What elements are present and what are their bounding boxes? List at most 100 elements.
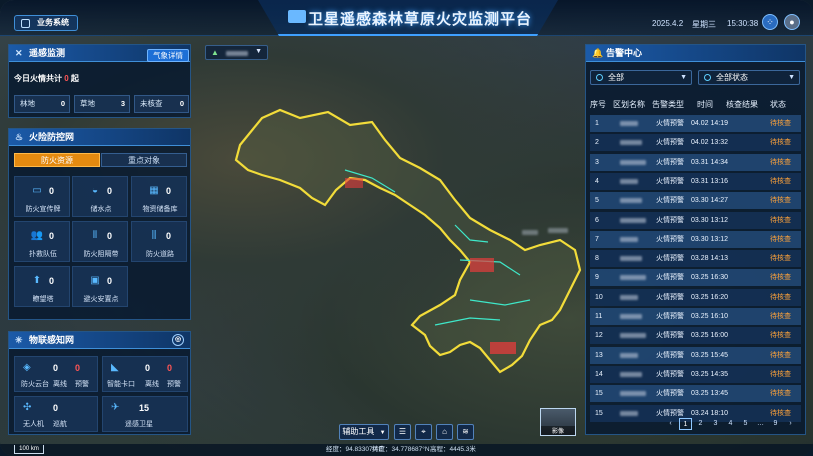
next-page-button[interactable]: › bbox=[784, 418, 797, 430]
resource-fire-road[interactable]: ⫼ 0 防火道路 bbox=[131, 221, 187, 262]
crosshair-icon: ⌖ bbox=[421, 427, 426, 436]
row-time: 03.25 16:30 bbox=[691, 274, 728, 282]
resource-label: 防火道路 bbox=[146, 251, 174, 258]
user-avatar-button[interactable]: ● bbox=[784, 14, 800, 30]
row-number: 12 bbox=[595, 332, 603, 340]
resource-shelter[interactable]: ▣ 0 避火安置点 bbox=[72, 266, 128, 307]
page-button[interactable]: 5 bbox=[739, 418, 752, 430]
resource-water-point[interactable]: ◒ 0 储水点 bbox=[72, 176, 128, 217]
measure-tool-button[interactable]: ☰ bbox=[394, 424, 411, 440]
iot-sub-label: 预警 bbox=[167, 381, 181, 388]
region-filter-select[interactable]: 全部 ▼ bbox=[590, 70, 692, 85]
weather-detail-button[interactable]: 气象详情 bbox=[147, 49, 189, 62]
table-row[interactable]: 14 火情预警 03.25 14:35 待核查 bbox=[590, 365, 801, 383]
table-row[interactable]: 4 火情预警 03.31 13:16 待核查 bbox=[590, 172, 801, 190]
row-number: 15 bbox=[595, 409, 603, 417]
network-icon: ✳ bbox=[15, 335, 23, 345]
row-type: 火情预警 bbox=[656, 332, 684, 340]
table-row[interactable]: 15 火情预警 03.25 13:45 待核查 bbox=[590, 385, 801, 403]
chevron-down-icon: ▼ bbox=[680, 74, 687, 81]
business-system-label: 业务系统 bbox=[37, 18, 69, 27]
imagery-label: 影像 bbox=[541, 426, 575, 435]
row-number: 14 bbox=[595, 370, 603, 378]
warehouse-icon: ▦ bbox=[149, 185, 159, 196]
row-time: 03.30 14:27 bbox=[691, 197, 728, 205]
summary-count: 0 bbox=[64, 74, 69, 83]
stat-unverified[interactable]: 未核查 0 bbox=[134, 95, 189, 113]
table-row[interactable]: 11 火情预警 03.25 16:10 待核查 bbox=[590, 308, 801, 325]
resource-label: 扑救队伍 bbox=[29, 251, 57, 258]
assist-tools-dropdown[interactable]: 辅助工具 ▼ bbox=[339, 424, 389, 440]
iot-label: 遥感卫星 bbox=[125, 421, 153, 428]
panel-title: 火险防控网 bbox=[29, 132, 75, 142]
table-row[interactable]: 13 火情预警 03.25 15:45 待核查 bbox=[590, 346, 801, 364]
row-region bbox=[620, 275, 646, 281]
page-title: 卫星遥感森林草原火灾监测平台 bbox=[308, 11, 533, 28]
row-type: 火情预警 bbox=[656, 390, 684, 398]
row-number: 2 bbox=[595, 139, 599, 147]
row-region bbox=[620, 410, 638, 416]
row-time: 04.02 14:19 bbox=[691, 120, 728, 127]
prev-page-button[interactable]: ‹ bbox=[664, 418, 677, 430]
resource-propaganda-board[interactable]: ▭ 0 防火宣传牌 bbox=[14, 176, 70, 217]
table-row[interactable]: 7 火情预警 03.30 13:12 待核查 bbox=[590, 230, 801, 248]
table-row[interactable]: 10 火情预警 03.25 16:20 待核查 bbox=[590, 288, 801, 306]
row-status: 待核查 bbox=[770, 255, 791, 263]
business-system-button[interactable]: 业务系统 bbox=[14, 15, 78, 31]
row-time: 03.30 13:12 bbox=[691, 216, 728, 224]
table-row[interactable]: 12 火情预警 03.25 16:00 待核查 bbox=[590, 327, 801, 345]
iot-fire-camera[interactable]: ◈ 0 0 防火云台 离线 预警 bbox=[14, 356, 98, 392]
altitude-readout: 高程：4445.3米 bbox=[430, 446, 476, 453]
settings-icon[interactable]: ◎ bbox=[172, 334, 184, 346]
panel-header: ♨ 火险防控网 bbox=[9, 129, 190, 146]
resource-count: 0 bbox=[49, 231, 55, 241]
page-button[interactable]: 3 bbox=[709, 418, 722, 430]
tab-key-objects[interactable]: 重点对象 bbox=[101, 153, 187, 167]
annotate-tool-button[interactable]: ⌂ bbox=[436, 424, 453, 440]
iot-satellite[interactable]: ✈ 15 遥感卫星 bbox=[102, 396, 188, 432]
row-status: 待核查 bbox=[770, 197, 791, 205]
chevron-down-icon: ▼ bbox=[379, 430, 386, 436]
region-select[interactable]: ▲ ▼ bbox=[205, 45, 268, 60]
table-row[interactable]: 9 火情预警 03.25 16:30 待核查 bbox=[590, 269, 801, 287]
page-button[interactable]: 2 bbox=[694, 418, 707, 430]
resource-warehouse[interactable]: ▦ 0 物资储备库 bbox=[131, 176, 187, 217]
table-row[interactable]: 5 火情预警 03.30 14:27 待核查 bbox=[590, 192, 801, 210]
col-header: 区划名称 bbox=[613, 100, 645, 109]
stat-grassland[interactable]: 草地 3 bbox=[74, 95, 130, 113]
resource-firebreak[interactable]: ⫴ 0 防火阻隔带 bbox=[72, 221, 128, 262]
row-region bbox=[620, 140, 642, 146]
row-region bbox=[620, 159, 646, 165]
locate-tool-button[interactable]: ⌖ bbox=[415, 424, 432, 440]
table-row[interactable]: 8 火情预警 03.28 14:13 待核查 bbox=[590, 250, 801, 268]
region-filter-value: 全部 bbox=[608, 73, 624, 82]
iot-label: 无人机 bbox=[23, 421, 44, 428]
table-row[interactable]: 6 火情预警 03.30 13:12 待核查 bbox=[590, 211, 801, 229]
iot-smart-checkpoint[interactable]: ◣ 0 0 智能卡口 离线 预警 bbox=[102, 356, 188, 392]
table-row[interactable]: 1 火情预警 04.02 14:19 待核查 bbox=[590, 115, 801, 132]
status-filter-value: 全部状态 bbox=[716, 73, 748, 82]
row-type: 火情预警 bbox=[656, 351, 684, 359]
panel-header: ✳ 物联感知网 ◎ bbox=[9, 332, 190, 349]
resource-label: 避火安置点 bbox=[83, 296, 119, 303]
bell-icon: 🔔 bbox=[592, 48, 604, 58]
imagery-layer-toggle[interactable]: 影像 bbox=[540, 408, 576, 436]
resource-rescue-team[interactable]: 👥 0 扑救队伍 bbox=[14, 221, 70, 262]
apps-button[interactable]: ⁘ bbox=[762, 14, 778, 30]
table-row[interactable]: 2 火情预警 04.02 13:32 待核查 bbox=[590, 134, 801, 152]
resource-watchtower[interactable]: ⬆ 0 瞭望塔 bbox=[14, 266, 70, 307]
resource-count: 0 bbox=[107, 186, 113, 196]
stat-forest[interactable]: 林地 0 bbox=[14, 95, 70, 113]
table-row[interactable]: 3 火情预警 03.31 14:34 待核查 bbox=[590, 153, 801, 171]
page-button[interactable]: 9 bbox=[769, 418, 782, 430]
row-number: 11 bbox=[595, 313, 603, 320]
page-button[interactable]: 1 bbox=[679, 418, 692, 430]
tab-fire-resources[interactable]: 防火资源 bbox=[14, 153, 100, 167]
layers-tool-button[interactable]: ≋ bbox=[457, 424, 474, 440]
status-filter-select[interactable]: 全部状态 ▼ bbox=[698, 70, 800, 85]
stat-label: 林地 bbox=[20, 99, 35, 108]
page-button[interactable]: 4 bbox=[724, 418, 737, 430]
row-type: 火情预警 bbox=[656, 313, 684, 320]
page-button[interactable]: … bbox=[754, 418, 767, 430]
iot-drone[interactable]: ✣ 0 无人机 巡航 bbox=[14, 396, 98, 432]
